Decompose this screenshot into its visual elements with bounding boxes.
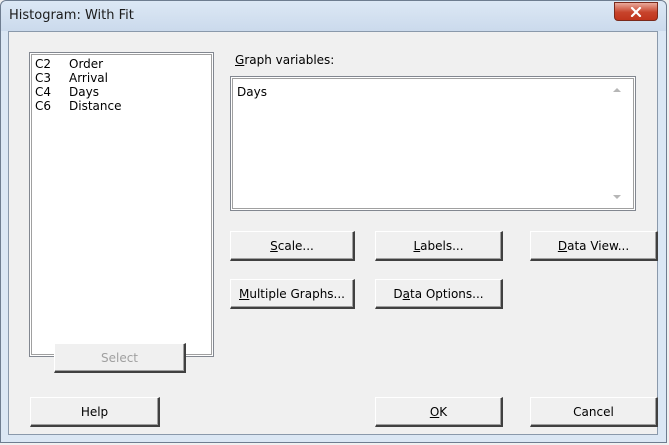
title-bar[interactable]: Histogram: With Fit [1, 1, 666, 31]
dialog-window: Histogram: With Fit C2 Order C3 Arrival C4… [0, 0, 667, 443]
list-item[interactable]: C4 Days [35, 85, 99, 99]
variable-list[interactable]: C2 Order C3 Arrival C4 Days C6 Distance [29, 52, 214, 357]
select-button[interactable]: Select [54, 343, 186, 373]
graph-variables-field[interactable]: Days [230, 76, 636, 211]
list-item[interactable]: C2 Order [35, 57, 103, 71]
scroll-up-icon[interactable] [613, 88, 621, 92]
list-item[interactable]: C6 Distance [35, 99, 121, 113]
data-view-button[interactable]: Data View... [530, 231, 658, 261]
close-button[interactable] [614, 2, 658, 21]
graph-variables-value: Days [237, 85, 267, 99]
multiple-graphs-button[interactable]: Multiple Graphs... [230, 279, 355, 309]
scroll-down-icon[interactable] [613, 195, 621, 199]
labels-button[interactable]: Labels... [375, 231, 503, 261]
close-icon [630, 6, 642, 17]
ok-button[interactable]: OK [375, 397, 503, 427]
data-options-button[interactable]: Da ta Options... [375, 279, 503, 309]
list-item[interactable]: C3 Arrival [35, 71, 108, 85]
scale-button[interactable]: Scale... [230, 231, 355, 261]
graph-variables-label: Graph variables: [235, 53, 335, 67]
help-button[interactable]: Help [30, 397, 160, 427]
cancel-button[interactable]: Cancel [530, 397, 658, 427]
window-title: Histogram: With Fit [9, 8, 134, 23]
dialog-body: C2 Order C3 Arrival C4 Days C6 Distance Grap… [8, 31, 658, 435]
